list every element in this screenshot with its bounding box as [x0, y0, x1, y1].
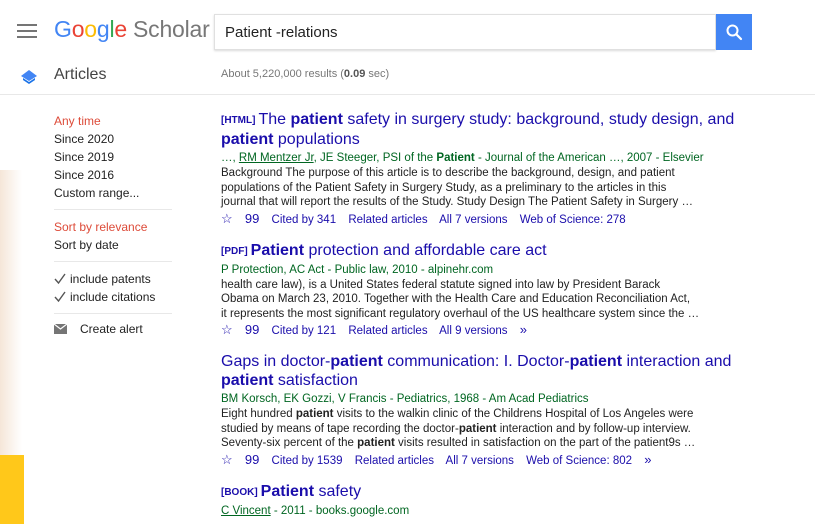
header: Google Scholar Patient -relations — [0, 0, 815, 60]
left-decoration — [0, 170, 22, 480]
sort-by-date[interactable]: Sort by date — [54, 236, 174, 254]
search-input[interactable]: Patient -relations — [214, 14, 716, 50]
result-title[interactable]: [PDF] Patient protection and affordable c… — [221, 241, 781, 261]
create-alert-label: Create alert — [80, 322, 143, 336]
related-articles-link[interactable]: Related articles — [355, 455, 434, 467]
include-citations-checkbox[interactable]: include citations — [54, 288, 174, 306]
search-query: Patient -relations — [225, 24, 338, 41]
result-links: ☆ 99 Cited by 341 Related articles All 7… — [221, 211, 781, 228]
save-star-icon[interactable]: ☆ — [221, 211, 233, 226]
more-chevron-icon[interactable]: » — [644, 452, 651, 467]
result-meta: …, RM Mentzer Jr, JE Steeger, PSI of the… — [221, 152, 704, 164]
divider — [54, 313, 172, 314]
logo-scholar: Scholar — [133, 16, 210, 42]
result-links: ☆ 99 Cited by 1539 Related articles All … — [221, 452, 781, 469]
result-item: Gaps in doctor-patient communication: I.… — [221, 352, 781, 469]
cite-quote-icon[interactable]: 99 — [245, 452, 259, 467]
divider — [54, 261, 172, 262]
all-versions-link[interactable]: All 7 versions — [439, 214, 507, 226]
filter-since-2019[interactable]: Since 2019 — [54, 148, 174, 166]
cited-by-link[interactable]: Cited by 341 — [272, 214, 337, 226]
result-snippet: Background The purpose of this article i… — [221, 167, 693, 208]
filter-since-2020[interactable]: Since 2020 — [54, 130, 174, 148]
checkmark-icon — [54, 273, 66, 285]
result-links: ☆ 99 Cited by 121 Related articles All 9… — [221, 322, 781, 339]
envelope-icon — [54, 324, 67, 334]
author-link[interactable]: C Vincent — [221, 505, 271, 517]
web-of-science-link[interactable]: Web of Science: 278 — [520, 214, 626, 226]
all-versions-link[interactable]: All 7 versions — [446, 455, 514, 467]
filter-since-2016[interactable]: Since 2016 — [54, 166, 174, 184]
result-meta: BM Korsch, EK Gozzi, V Francis - Pediatr… — [221, 393, 589, 405]
related-articles-link[interactable]: Related articles — [348, 325, 427, 337]
result-title[interactable]: Gaps in doctor-patient communication: I.… — [221, 352, 781, 390]
google-scholar-logo[interactable]: Google Scholar — [54, 16, 210, 43]
result-item: [HTML] The patient safety in surgery stud… — [221, 110, 781, 228]
result-type-tag: [HTML] — [221, 115, 256, 126]
sidebar: Any time Since 2020 Since 2019 Since 201… — [54, 112, 174, 336]
save-star-icon[interactable]: ☆ — [221, 322, 233, 337]
search-button[interactable] — [716, 14, 752, 50]
all-versions-link[interactable]: All 9 versions — [439, 325, 507, 337]
result-snippet: health care law), is a United States fed… — [221, 278, 700, 320]
checkmark-icon — [54, 291, 66, 303]
result-snippet: Eight hundred patient visits to the walk… — [221, 408, 696, 449]
cited-by-link[interactable]: Cited by 1539 — [272, 455, 343, 467]
articles-label[interactable]: Articles — [54, 66, 106, 84]
filter-any-time[interactable]: Any time — [54, 112, 174, 130]
result-title[interactable]: [HTML] The patient safety in surgery stud… — [221, 110, 781, 149]
left-decoration-yellow — [0, 455, 24, 524]
include-citations-label: include citations — [70, 290, 156, 304]
result-meta: C Vincent - 2011 - books.google.com — [221, 504, 410, 517]
save-star-icon[interactable]: ☆ — [221, 452, 233, 467]
related-articles-link[interactable]: Related articles — [348, 214, 427, 226]
result-item: [BOOK] Patient safety C Vincent - 2011 - … — [221, 482, 781, 519]
results-count: About 5,220,000 results (0.09 sec) — [221, 68, 390, 80]
sort-by-relevance[interactable]: Sort by relevance — [54, 218, 174, 236]
menu-icon[interactable] — [17, 24, 37, 38]
create-alert-button[interactable]: Create alert — [54, 322, 174, 336]
filter-custom-range[interactable]: Custom range... — [54, 184, 174, 202]
include-patents-label: include patents — [70, 272, 151, 286]
author-link[interactable]: RM Mentzer Jr — [239, 152, 314, 164]
cite-quote-icon[interactable]: 99 — [245, 322, 259, 337]
articles-icon — [21, 70, 37, 84]
cite-quote-icon[interactable]: 99 — [245, 211, 259, 226]
result-title[interactable]: [BOOK] Patient safety — [221, 482, 781, 502]
search-icon — [726, 24, 743, 41]
include-patents-checkbox[interactable]: include patents — [54, 270, 174, 288]
results-list: [HTML] The patient safety in surgery stud… — [221, 110, 781, 532]
web-of-science-link[interactable]: Web of Science: 802 — [526, 455, 632, 467]
cited-by-link[interactable]: Cited by 121 — [272, 325, 337, 337]
result-meta: P Protection, AC Act - Public law, 2010 … — [221, 263, 494, 276]
divider — [54, 209, 172, 210]
result-type-tag: [PDF] — [221, 245, 248, 257]
subheader: Articles About 5,220,000 results (0.09 s… — [0, 60, 815, 95]
result-type-tag: [BOOK] — [221, 486, 258, 498]
more-chevron-icon[interactable]: » — [520, 322, 527, 337]
result-item: [PDF] Patient protection and affordable c… — [221, 241, 781, 340]
